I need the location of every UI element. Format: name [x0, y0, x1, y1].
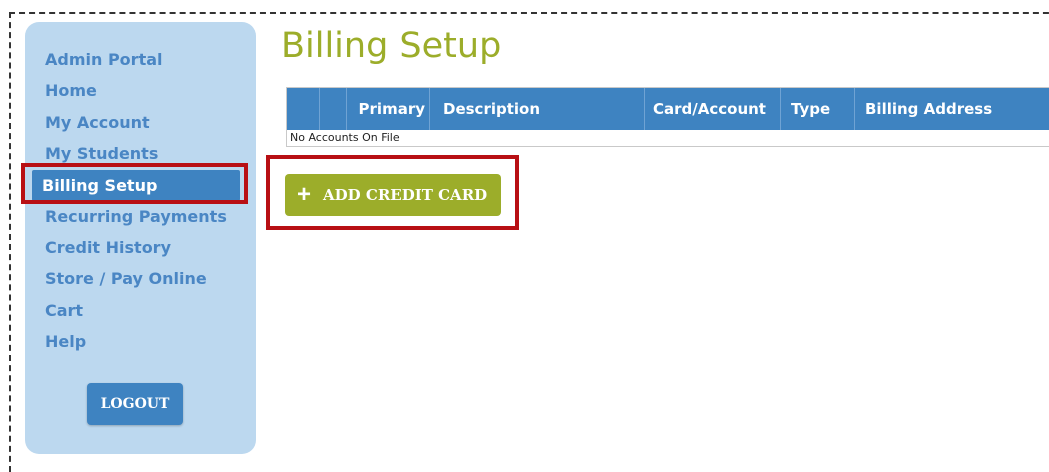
- sidebar-item-my-account[interactable]: My Account: [45, 113, 150, 133]
- sidebar-item-recurring-payments[interactable]: Recurring Payments: [45, 207, 227, 227]
- sidebar-item-credit-history[interactable]: Credit History: [45, 238, 171, 258]
- column-header-type[interactable]: Type: [781, 88, 855, 130]
- column-header-blank-1: [287, 88, 320, 130]
- logout-button[interactable]: LOGOUT: [87, 383, 183, 425]
- empty-table-message: No Accounts On File: [290, 131, 400, 144]
- column-header-primary[interactable]: Primary: [347, 88, 430, 130]
- column-header-billing-address[interactable]: Billing Address: [855, 88, 1049, 130]
- add-credit-card-button[interactable]: + ADD CREDIT CARD: [285, 174, 501, 216]
- sidebar-item-help[interactable]: Help: [45, 332, 86, 352]
- sidebar-item-store-pay-online[interactable]: Store / Pay Online: [45, 269, 207, 289]
- column-header-description[interactable]: Description: [430, 88, 645, 130]
- table-header: Primary Description Card/Account Type Bi…: [287, 88, 1049, 130]
- sidebar-item-admin-portal[interactable]: Admin Portal: [45, 50, 163, 70]
- sidebar-item-home[interactable]: Home: [45, 81, 97, 101]
- add-credit-card-label: ADD CREDIT CARD: [323, 186, 488, 204]
- accounts-table: Primary Description Card/Account Type Bi…: [286, 87, 1049, 147]
- column-header-blank-2: [320, 88, 347, 130]
- column-header-card-account[interactable]: Card/Account: [645, 88, 781, 130]
- sidebar-item-cart[interactable]: Cart: [45, 301, 83, 321]
- sidebar-item-billing-setup[interactable]: Billing Setup: [32, 170, 240, 201]
- sidebar-item-my-students[interactable]: My Students: [45, 144, 158, 164]
- page-title: Billing Setup: [281, 26, 502, 66]
- sidebar-item-label: Billing Setup: [42, 176, 158, 195]
- plus-icon: +: [297, 181, 312, 208]
